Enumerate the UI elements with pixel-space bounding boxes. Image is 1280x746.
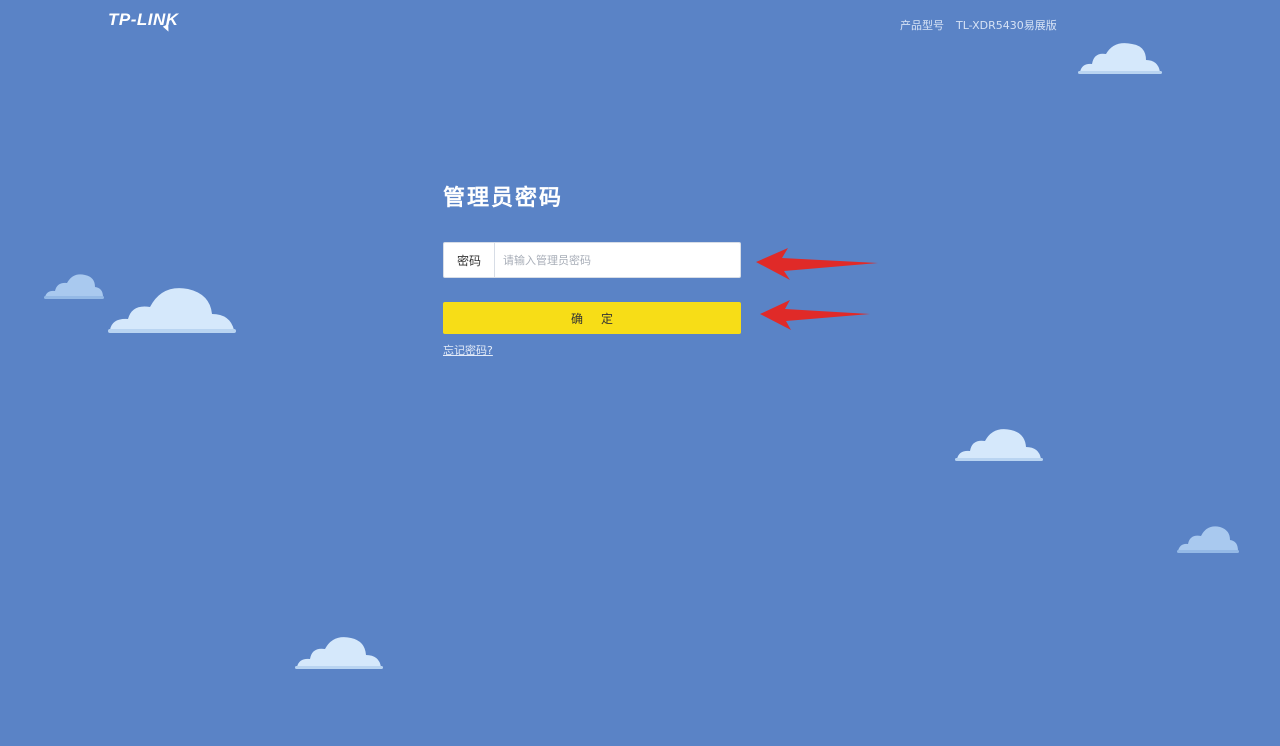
cloud-icon	[293, 631, 385, 671]
cloud-icon	[1076, 38, 1164, 76]
forgot-password-link[interactable]: 忘记密码?	[443, 342, 493, 358]
cloud-icon	[953, 423, 1045, 463]
cloud-icon	[1176, 522, 1240, 554]
model-value: TL-XDR5430易展版	[956, 19, 1057, 32]
product-model: 产品型号 TL-XDR5430易展版	[900, 17, 1057, 33]
cloud-icon	[106, 280, 238, 334]
page-title: 管理员密码	[443, 186, 564, 211]
annotation-arrow	[760, 300, 870, 330]
cloud-icon	[43, 270, 105, 300]
password-field: 密码	[443, 242, 741, 278]
password-label: 密码	[444, 243, 495, 277]
password-input[interactable]	[495, 243, 740, 277]
annotation-arrow	[756, 248, 878, 280]
confirm-button[interactable]: 确定	[443, 302, 741, 334]
model-label: 产品型号	[900, 19, 944, 32]
